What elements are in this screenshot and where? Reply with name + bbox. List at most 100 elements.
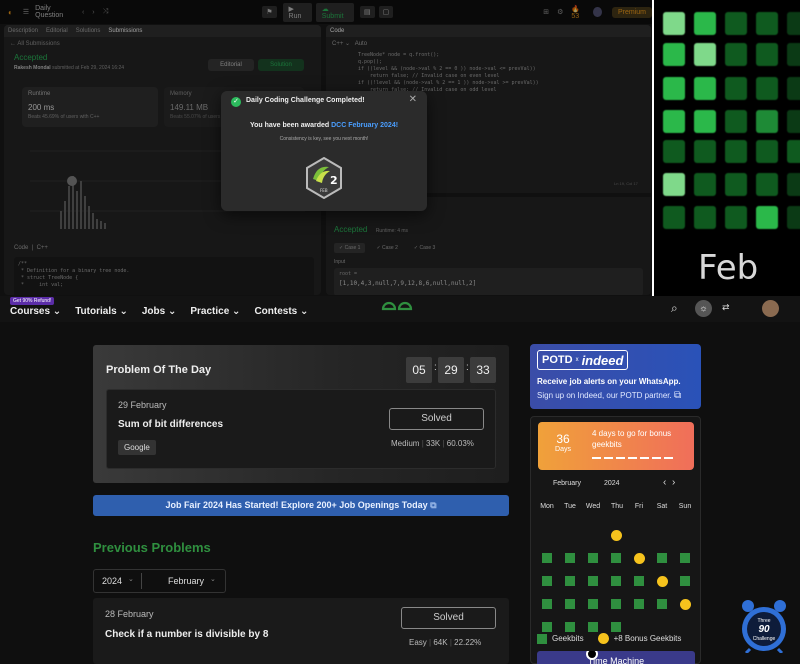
feb-day-square [663, 173, 685, 196]
prev-difficulty: Easy [409, 638, 427, 647]
feb-day-square [756, 43, 778, 66]
prev-solved-button[interactable]: Solved [401, 607, 496, 629]
translate-icon[interactable]: ⇄ [722, 302, 730, 313]
challenge-num: 90 [758, 624, 770, 635]
calendar-day-geekbit[interactable] [611, 576, 621, 586]
gfg-logo-icon[interactable] [381, 301, 413, 317]
calendar-day-geekbit[interactable] [542, 576, 552, 586]
calendar-day-geekbit[interactable] [542, 599, 552, 609]
feb-day-square [663, 43, 685, 66]
jobfair-banner[interactable]: Job Fair 2024 Has Started! Explore 200+ … [93, 495, 509, 516]
feb-day-square [694, 12, 716, 35]
calendar-day-bonus[interactable] [679, 599, 691, 610]
cal-year: 2024 [604, 480, 620, 487]
timer-minutes: 29 [438, 357, 464, 383]
year-select[interactable]: 2024 ⌄ February ⌄ [93, 569, 226, 593]
dcc-modal: ✓ Daily Coding Challenge Completed! ✕ Yo… [221, 91, 427, 211]
feb-day-square [756, 110, 778, 133]
today-difficulty: Medium [391, 439, 420, 448]
feb-day-square [694, 43, 716, 66]
feb-day-square [694, 77, 716, 100]
feb-day-square [694, 140, 716, 163]
calendar-day-geekbit[interactable] [611, 622, 621, 632]
calendar-day-geekbit[interactable] [542, 553, 552, 563]
nav-contests[interactable]: Contests ⌄ [254, 306, 308, 317]
dcc-sub: Consistency is key, see you next month! [279, 136, 369, 142]
streak-laurel: 36 Days [543, 426, 583, 466]
calendar-day-geekbit[interactable] [542, 622, 552, 632]
feb-day-square [756, 206, 778, 229]
calendar-day-geekbit[interactable] [657, 599, 667, 609]
feb-day-square [787, 140, 800, 163]
calendar-day-geekbit[interactable] [565, 553, 575, 563]
streak-text: 4 days to go for bonus geekbits [592, 429, 672, 449]
calendar-day-geekbit[interactable] [680, 576, 690, 586]
streak-days-label: Days [555, 446, 571, 453]
legend: Geekbits +8 Bonus Geekbits [537, 633, 681, 644]
three-90-challenge-badge[interactable]: Three 90 Challenge [738, 599, 790, 653]
chevron-down-icon: ⌄ [210, 576, 216, 583]
calendar-day-geekbit[interactable] [634, 576, 644, 586]
cal-next-icon[interactable]: › [672, 477, 675, 488]
nav-courses[interactable]: Courses ⌄ [10, 306, 61, 317]
nav-tutorials[interactable]: Tutorials ⌄ [75, 306, 128, 317]
feb-streak-calendar: Feb [652, 0, 800, 298]
today-submissions: 33K [426, 439, 441, 448]
avatar[interactable] [762, 300, 779, 317]
calendar-day-geekbit[interactable] [657, 553, 667, 563]
geekbits-legend-square [537, 633, 547, 644]
dcc-badge-icon: 2 FEB [306, 157, 342, 199]
calendar-day-geekbit[interactable] [634, 599, 644, 609]
previous-problems-heading: Previous Problems [93, 540, 211, 555]
nav-jobs[interactable]: Jobs ⌄ [142, 306, 177, 317]
today-stats: Medium | 33K | 60.03% [391, 439, 474, 448]
today-title[interactable]: Sum of bit differences [118, 419, 223, 430]
company-tag[interactable]: Google [118, 440, 156, 455]
calendar-day-geekbit[interactable] [565, 576, 575, 586]
prev-date: 28 February [105, 609, 154, 619]
refund-badge[interactable]: Get 90% Refund! [10, 297, 55, 305]
dcc-heading: Daily Coding Challenge Completed! [246, 97, 365, 104]
theme-toggle-icon[interactable]: ☼ [695, 300, 712, 317]
indeed-line1: Receive job alerts on your WhatsApp. [537, 377, 681, 386]
timer-sep: : [466, 362, 469, 373]
today-solved-button[interactable]: Solved [389, 408, 484, 430]
cal-month: February [553, 480, 582, 487]
calendar-day-bonus[interactable] [656, 576, 668, 587]
calendar-day-geekbit[interactable] [611, 599, 621, 609]
calendar-day-bonus[interactable] [633, 553, 645, 564]
calendar-day-geekbit[interactable] [588, 553, 598, 563]
prev-title[interactable]: Check if a number is divisible by 8 [105, 629, 268, 640]
prev-stats: Easy | 64K | 22.22% [409, 638, 482, 647]
dcc-check-icon: ✓ [231, 97, 241, 107]
calendar-day-geekbit[interactable] [588, 622, 598, 632]
leetcode-screenshot: ◐ ☰ Daily Question ‹ › ⤨ ⚑ ▶ Run ☁ Submi… [0, 0, 652, 296]
time-machine-button[interactable]: Time Machine [537, 651, 695, 664]
close-icon[interactable]: ✕ [409, 94, 417, 105]
today-problem-card[interactable]: 29 February Sum of bit differences Googl… [106, 389, 496, 469]
feb-day-square [787, 110, 800, 133]
calendar-day-bonus[interactable] [610, 530, 622, 541]
nav-practice[interactable]: Practice ⌄ [190, 306, 240, 317]
calendar-day-geekbit[interactable] [565, 599, 575, 609]
potd-card: Problem Of The Day 05 : 29 : 33 29 Febru… [93, 345, 509, 483]
calendar-day-geekbit[interactable] [588, 576, 598, 586]
feb-day-square [787, 173, 800, 196]
dcc-badge-number: 2 [330, 174, 338, 187]
weekday-label: Mon [540, 503, 554, 510]
feb-day-square [787, 77, 800, 100]
timer-hours: 05 [406, 357, 432, 383]
weekday-label: Sat [656, 503, 668, 510]
calendar-day-geekbit[interactable] [565, 622, 575, 632]
indeed-banner[interactable]: POTD x indeed Receive job alerts on your… [530, 344, 701, 409]
streak-days-number: 36 [556, 432, 570, 446]
bonus-legend-dot [597, 633, 609, 644]
calendar-day-geekbit[interactable] [611, 553, 621, 563]
cal-prev-icon[interactable]: ‹ [663, 477, 666, 488]
search-icon[interactable]: ⌕ [671, 301, 678, 316]
calendar-day-geekbit[interactable] [680, 553, 690, 563]
calendar-day-geekbit[interactable] [588, 599, 598, 609]
timer-seconds: 33 [470, 357, 496, 383]
potd-title: Problem Of The Day [106, 364, 212, 376]
previous-problem-card[interactable]: 28 February Check if a number is divisib… [93, 598, 509, 664]
